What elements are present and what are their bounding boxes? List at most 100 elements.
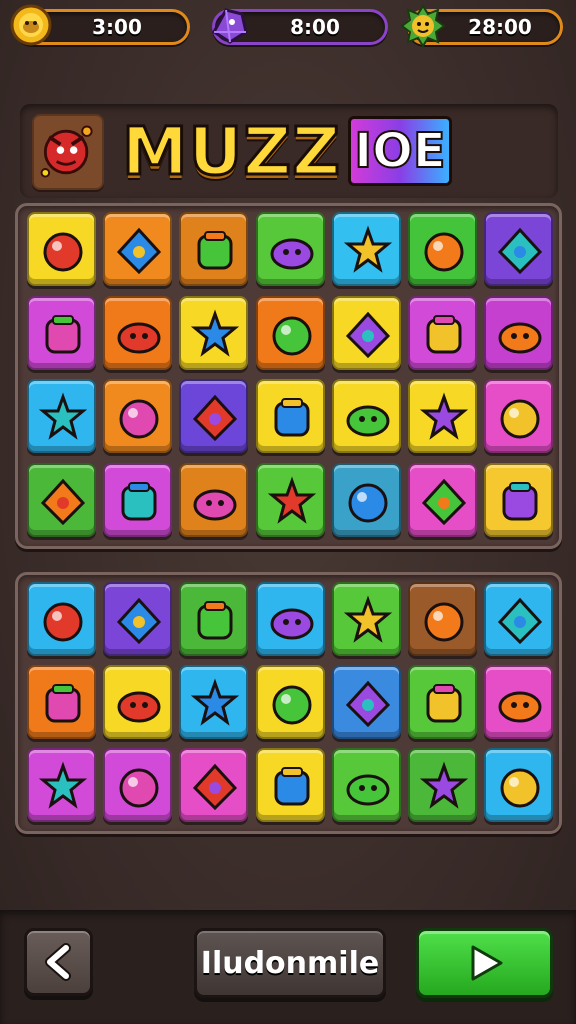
board-bottom-tile[interactable] [255, 582, 325, 656]
title-badge [32, 114, 104, 190]
yellow-snail-icon [426, 684, 462, 723]
play-button[interactable] [416, 928, 553, 998]
board-bottom-tile[interactable] [27, 665, 96, 739]
peach-icon [117, 322, 161, 353]
board-bottom-tile[interactable] [408, 582, 477, 656]
back-button[interactable] [24, 928, 93, 996]
board-bottom-tile[interactable] [179, 665, 249, 739]
green-tube-icon [197, 231, 233, 270]
blue-candy-icon [38, 761, 88, 809]
board-bottom-tile[interactable] [103, 665, 173, 739]
board-top-tile[interactable] [103, 462, 173, 537]
board-bottom-tile[interactable] [255, 748, 325, 822]
palm-tree-icon [502, 481, 538, 520]
board-top-tile[interactable] [255, 212, 325, 286]
blue-leaf-icon [346, 774, 390, 806]
board-top-tile[interactable] [179, 379, 249, 453]
green-ball-icon [117, 691, 161, 723]
board-bottom-tile[interactable] [179, 582, 249, 656]
board-bottom-tile[interactable] [331, 582, 401, 656]
currency-bar: 3:00 8:00 28:00 [0, 0, 576, 58]
green-jar-icon [500, 399, 540, 439]
red-creature-icon [272, 316, 312, 355]
spiral-shell-icon [193, 394, 238, 442]
yellow-bottle-icon [197, 601, 233, 640]
board-top-tile[interactable] [103, 212, 173, 286]
board-top-tile[interactable] [27, 379, 96, 453]
board-top-tile[interactable] [331, 212, 401, 286]
board-top-tile[interactable] [408, 462, 477, 537]
orange-machine-icon [500, 768, 540, 808]
kite-icon [119, 399, 159, 439]
board-top-tile[interactable] [484, 379, 554, 453]
board-top-tile[interactable] [179, 462, 249, 537]
board-bottom-tile[interactable] [255, 665, 325, 739]
bread-loaf-icon [193, 489, 237, 520]
green-tree-icon [45, 314, 81, 353]
stick-icon [191, 678, 240, 726]
board-top-tile[interactable] [484, 462, 554, 537]
twin-orbs-icon [498, 322, 542, 353]
board-top-tile[interactable] [27, 295, 96, 370]
game-title: MUZZ [121, 111, 342, 191]
board-top-tile[interactable] [255, 379, 325, 453]
board-top-tile[interactable] [484, 212, 554, 286]
currency-value-gold: 3:00 [92, 15, 142, 39]
green-virus-icon [43, 602, 83, 642]
red-lips-icon [38, 392, 88, 440]
target-swirl-icon [117, 597, 162, 645]
board-top-tile[interactable] [331, 379, 401, 453]
mode-button[interactable]: Iludonmile [194, 928, 386, 998]
red-heart-icon [274, 767, 310, 806]
orange-ball-icon [421, 478, 467, 525]
board-top-tile[interactable] [103, 379, 173, 453]
purple-gem-icon [212, 8, 248, 44]
board-top-tile[interactable] [408, 295, 477, 370]
board-top-tile[interactable] [103, 295, 173, 370]
board-bottom-tile[interactable] [27, 748, 96, 822]
board-top-tile[interactable] [484, 295, 554, 370]
board-top-tile[interactable] [255, 295, 325, 370]
red-bomb-icon [45, 684, 81, 723]
board-bottom-tile[interactable] [408, 665, 477, 739]
purple-gear-icon [119, 768, 159, 808]
board-bottom-tile[interactable] [408, 748, 477, 822]
board-top-tile[interactable] [408, 379, 477, 453]
board-bottom-tile[interactable] [103, 748, 173, 822]
blue-drop-icon [191, 309, 240, 357]
board-bottom-tile[interactable] [179, 748, 249, 822]
board-top-tile[interactable] [331, 462, 401, 537]
mushroom-creature-icon [346, 405, 390, 437]
board-bottom-tile[interactable] [27, 582, 96, 656]
gold-coin-icon [10, 4, 52, 46]
triangle-ruler-icon [43, 232, 83, 272]
board-top-tile[interactable] [27, 462, 96, 537]
banana-icon [419, 761, 469, 809]
play-triangle-icon [471, 945, 502, 981]
board-bottom-tile[interactable] [484, 582, 554, 656]
book-stack-icon [343, 595, 392, 643]
sun-gear-icon [498, 227, 543, 275]
game-title-suffix: IOE [348, 116, 452, 186]
board-top-tile[interactable] [179, 212, 249, 286]
board-bottom-tile[interactable] [484, 665, 554, 739]
red-number-nine-icon [272, 685, 312, 725]
orange-pepper-icon [267, 476, 316, 524]
blue-fish-icon [419, 392, 469, 440]
cat-face-icon [345, 311, 390, 358]
board-bottom-tile[interactable] [331, 665, 401, 739]
board-top-tile[interactable] [27, 212, 96, 286]
board-top-tile[interactable] [179, 295, 249, 370]
red-house-icon [424, 602, 464, 642]
board-bottom-tile[interactable] [331, 748, 401, 822]
purple-planet-icon [345, 680, 390, 728]
wrench-icon [343, 225, 392, 273]
board-top-tile[interactable] [331, 295, 401, 370]
leaf-umbrella-icon [270, 238, 314, 270]
board-top-tile[interactable] [255, 462, 325, 537]
board-bottom-tile[interactable] [484, 748, 554, 822]
red-yellow-ball-icon [424, 232, 464, 272]
board-top-tile[interactable] [408, 212, 477, 286]
board-bottom-tile[interactable] [103, 582, 173, 656]
layered-cone-icon [121, 481, 157, 520]
